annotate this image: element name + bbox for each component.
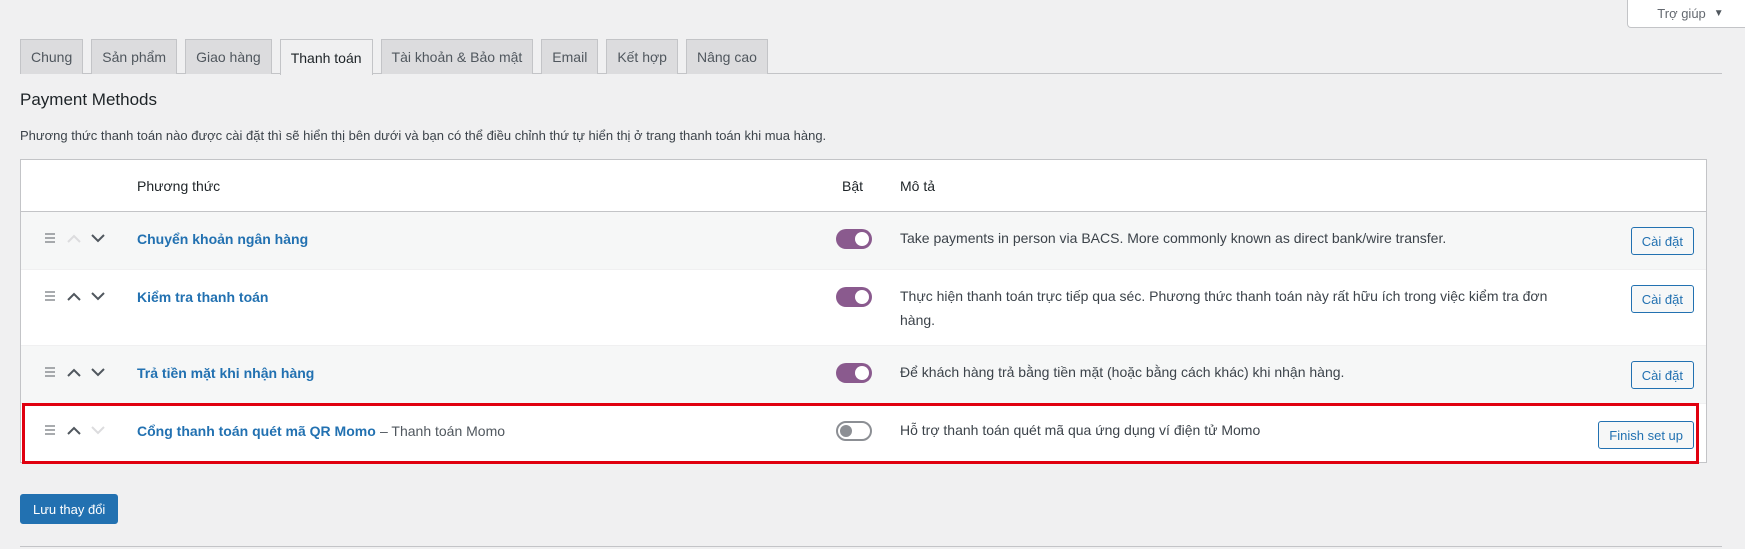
enable-toggle[interactable]: [836, 287, 872, 307]
move-down-icon[interactable]: [89, 363, 107, 381]
enable-toggle[interactable]: [836, 229, 872, 249]
method-name-link[interactable]: Chuyển khoản ngân hàng: [137, 231, 308, 247]
move-down-icon: [89, 421, 107, 439]
move-down-icon[interactable]: [89, 287, 107, 305]
move-up-icon[interactable]: [65, 421, 83, 439]
drag-handle-icon[interactable]: [41, 287, 59, 305]
table-row: Chuyển khoản ngân hàng Take payments in …: [21, 212, 1706, 270]
move-up-icon: [65, 229, 83, 247]
page-title: Payment Methods: [20, 90, 158, 109]
toggle-knob: [855, 366, 869, 380]
move-up-icon[interactable]: [65, 287, 83, 305]
setup-button[interactable]: Cài đặt: [1630, 285, 1694, 313]
method-description: Thực hiện thanh toán trực tiếp qua séc. …: [900, 288, 1548, 328]
table-row: Kiểm tra thanh toán Thực hiện thanh toán…: [21, 270, 1706, 346]
tab-shipping[interactable]: Giao hàng: [185, 39, 272, 74]
help-tab-label: Trợ giúp: [1657, 6, 1706, 21]
tab-payments[interactable]: Thanh toán: [279, 39, 373, 75]
divider: [20, 546, 1722, 547]
save-changes-button[interactable]: Lưu thay đổi: [20, 494, 119, 524]
column-header-enabled: Bật: [842, 178, 864, 194]
table-row: Cổng thanh toán quét mã QR Momo – Thanh …: [21, 404, 1706, 462]
tab-products[interactable]: Sản phẩm: [91, 39, 178, 74]
drag-handle-icon[interactable]: [41, 229, 59, 247]
help-tab-button[interactable]: Trợ giúp ▼: [1627, 0, 1745, 28]
toggle-knob: [855, 290, 869, 304]
caret-down-icon: ▼: [1713, 8, 1724, 19]
move-up-icon[interactable]: [65, 363, 83, 381]
column-header-method: Phương thức: [137, 178, 221, 194]
table-header: Phương thức Bật Mô tả: [21, 160, 1706, 212]
enable-toggle[interactable]: [836, 363, 872, 383]
method-subtitle: – Thanh toán Momo: [380, 423, 506, 439]
method-description: Hỗ trợ thanh toán quét mã qua ứng dụng v…: [900, 422, 1261, 438]
method-description: Để khách hàng trả bằng tiền mặt (hoặc bằ…: [900, 364, 1345, 380]
section-description: Phương thức thanh toán nào được cài đặt …: [20, 128, 827, 143]
drag-handle-icon[interactable]: [41, 421, 59, 439]
tab-accounts-privacy[interactable]: Tài khoản & Bảo mật: [380, 39, 534, 74]
drag-handle-icon[interactable]: [41, 363, 59, 381]
move-down-icon[interactable]: [89, 229, 107, 247]
method-name-link[interactable]: Kiểm tra thanh toán: [137, 289, 268, 305]
tab-advanced[interactable]: Nâng cao: [685, 39, 768, 74]
method-name-link[interactable]: Cổng thanh toán quét mã QR Momo: [137, 423, 376, 439]
tab-general[interactable]: Chung: [20, 39, 84, 74]
column-header-description: Mô tả: [900, 178, 936, 194]
finish-setup-button[interactable]: Finish set up: [1598, 421, 1694, 449]
setup-button[interactable]: Cài đặt: [1630, 361, 1694, 389]
toggle-knob: [840, 425, 852, 437]
method-name-link[interactable]: Trả tiền mặt khi nhận hàng: [137, 365, 314, 381]
toggle-knob: [855, 232, 869, 246]
table-row: Trả tiền mặt khi nhận hàng Để khách hàng…: [21, 346, 1706, 404]
tab-email[interactable]: Email: [541, 39, 599, 74]
settings-tabs: Chung Sản phẩm Giao hàng Thanh toán Tài …: [20, 39, 1722, 75]
method-description: Take payments in person via BACS. More c…: [900, 230, 1447, 246]
tab-integration[interactable]: Kết hợp: [606, 39, 678, 74]
enable-toggle[interactable]: [836, 421, 872, 441]
payment-methods-table: Phương thức Bật Mô tả Chuyển khoản ngân …: [20, 159, 1707, 463]
setup-button[interactable]: Cài đặt: [1630, 227, 1694, 255]
